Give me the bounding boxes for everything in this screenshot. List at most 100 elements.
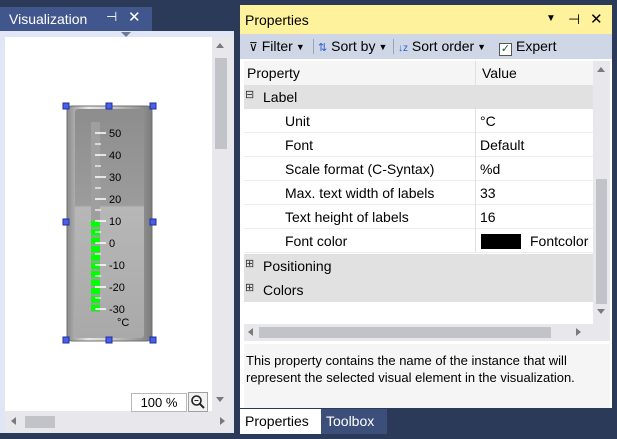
horizontal-scrollbar[interactable]	[5, 411, 234, 433]
sort-order-button[interactable]: ↓z Sort order ▼	[398, 38, 486, 54]
selection-handle[interactable]	[62, 218, 70, 226]
fill-segment	[91, 288, 100, 295]
pin-icon[interactable]: ⊣	[568, 11, 580, 28]
fill-segment	[91, 262, 100, 269]
scroll-left-icon[interactable]	[248, 328, 253, 336]
selection-handle[interactable]	[149, 218, 157, 226]
scale-tick-label: -30	[109, 304, 125, 316]
expert-toggle[interactable]: ✓ Expert	[499, 38, 556, 56]
zoom-level-field[interactable]: 100 %	[131, 393, 187, 412]
zoom-button[interactable]	[188, 392, 208, 412]
scroll-up-icon[interactable]	[216, 43, 224, 48]
properties-title-bar: Properties ▼ ⊣ ✕	[240, 5, 612, 34]
category-label: Label	[263, 89, 298, 105]
property-name: Text height of labels	[285, 209, 409, 225]
fill-segment	[91, 246, 100, 253]
category-label: Positioning	[263, 258, 332, 274]
magnifier-icon	[191, 395, 205, 409]
property-grid[interactable]: Property Value ⊟ Label Unit °C Font Defa…	[244, 61, 593, 324]
scroll-left-icon[interactable]	[11, 417, 16, 425]
selection-handle[interactable]	[149, 336, 157, 344]
sort-by-icon: ⇅	[318, 42, 328, 54]
visualization-canvas[interactable]: 50 40 30 20 10 0 -10 -20 -30 °C	[5, 37, 212, 411]
expand-icon[interactable]: ⊞	[245, 259, 254, 270]
tab-properties[interactable]: Properties	[240, 409, 321, 434]
properties-title: Properties	[245, 12, 309, 28]
expand-icon[interactable]: ⊞	[245, 283, 254, 294]
property-value[interactable]: 33	[480, 185, 496, 201]
property-row[interactable]: Unit °C	[244, 109, 593, 133]
fill-segment	[91, 296, 100, 303]
property-row[interactable]: Text height of labels 16	[244, 205, 593, 229]
filter-icon: ⊽	[249, 40, 258, 54]
property-value[interactable]: 16	[480, 209, 496, 225]
toolbar-separator	[393, 39, 394, 54]
thermometer-unit-label: °C	[117, 317, 129, 329]
chevron-down-icon: ▼	[295, 42, 305, 52]
vertical-scrollbar[interactable]	[593, 61, 610, 324]
window-border	[612, 0, 617, 439]
sort-order-icon: ↓z	[398, 43, 408, 54]
horizontal-scrollbar[interactable]	[244, 324, 593, 341]
property-value[interactable]: Fontcolor	[530, 233, 588, 249]
column-header-value[interactable]: Value	[482, 65, 517, 81]
scroll-thumb[interactable]	[25, 416, 55, 428]
scroll-right-icon[interactable]	[576, 328, 581, 336]
scroll-thumb[interactable]	[215, 58, 227, 149]
expert-checkbox[interactable]: ✓	[499, 43, 512, 56]
thermometer-element[interactable]: 50 40 30 20 10 0 -10 -20 -30 °C	[5, 37, 212, 411]
filter-button[interactable]: ⊽ Filter ▼	[249, 38, 305, 54]
category-row-colors[interactable]: ⊞ Colors	[244, 278, 593, 302]
collapse-icon[interactable]: ⊟	[245, 90, 254, 101]
selection-handle[interactable]	[62, 336, 70, 344]
scale-tick-label: 0	[109, 238, 115, 250]
fill-segment	[91, 304, 100, 311]
scroll-right-icon[interactable]	[220, 417, 225, 425]
category-row-label[interactable]: ⊟ Label	[244, 85, 593, 109]
property-row[interactable]: Font color Fontcolor	[244, 229, 593, 253]
scroll-down-icon[interactable]	[597, 309, 605, 314]
scale-tick-label: 30	[109, 172, 121, 184]
selection-handle[interactable]	[149, 102, 157, 110]
fill-segment	[91, 254, 100, 261]
window-menu-icon[interactable]: ▼	[546, 13, 556, 24]
color-swatch[interactable]	[481, 234, 521, 249]
property-value[interactable]: %d	[480, 161, 500, 177]
selection-handle[interactable]	[62, 102, 70, 110]
close-icon[interactable]: ✕	[590, 10, 603, 28]
category-row-positioning[interactable]: ⊞ Positioning	[244, 254, 593, 278]
selection-handle[interactable]	[105, 336, 113, 344]
sort-by-button[interactable]: ⇅ Sort by ▼	[318, 38, 387, 54]
property-value[interactable]: °C	[480, 113, 496, 129]
visualization-tab[interactable]: Visualization ⊣ ✕	[0, 7, 152, 31]
vertical-scrollbar[interactable]	[212, 37, 234, 411]
scroll-thumb[interactable]	[259, 327, 551, 338]
fill-segment	[91, 279, 100, 286]
property-name: Unit	[285, 113, 310, 129]
scale-tick-label: 40	[109, 150, 121, 162]
scrollbar-corner	[593, 324, 610, 341]
scale-tick-label: 10	[109, 216, 121, 228]
property-row[interactable]: Scale format (C-Syntax) %d	[244, 157, 593, 181]
tab-toolbox[interactable]: Toolbox	[321, 409, 387, 434]
property-value[interactable]: Default	[480, 137, 524, 153]
scroll-up-icon[interactable]	[597, 67, 605, 72]
property-row[interactable]: Max. text width of labels 33	[244, 181, 593, 205]
chevron-down-icon: ▼	[477, 42, 487, 52]
scroll-thumb[interactable]	[596, 179, 607, 304]
scale-tick-label: 50	[109, 128, 121, 140]
selection-handle[interactable]	[105, 102, 113, 110]
property-name: Font	[285, 137, 314, 153]
property-name: Font color	[285, 233, 348, 249]
close-icon[interactable]: ✕	[128, 8, 141, 26]
scroll-down-icon[interactable]	[216, 397, 224, 402]
property-row[interactable]: Font Default	[244, 133, 593, 157]
grid-header: Property Value	[244, 61, 593, 85]
pin-icon[interactable]: ⊣	[106, 9, 117, 25]
column-header-property[interactable]: Property	[247, 65, 300, 81]
sort-by-label: Sort by	[331, 38, 376, 54]
scale-tick-label: -10	[109, 260, 125, 272]
visualization-tab-label: Visualization	[9, 11, 88, 27]
scale-tick-label: 20	[109, 194, 121, 206]
scale-tick-label: -20	[109, 282, 125, 294]
